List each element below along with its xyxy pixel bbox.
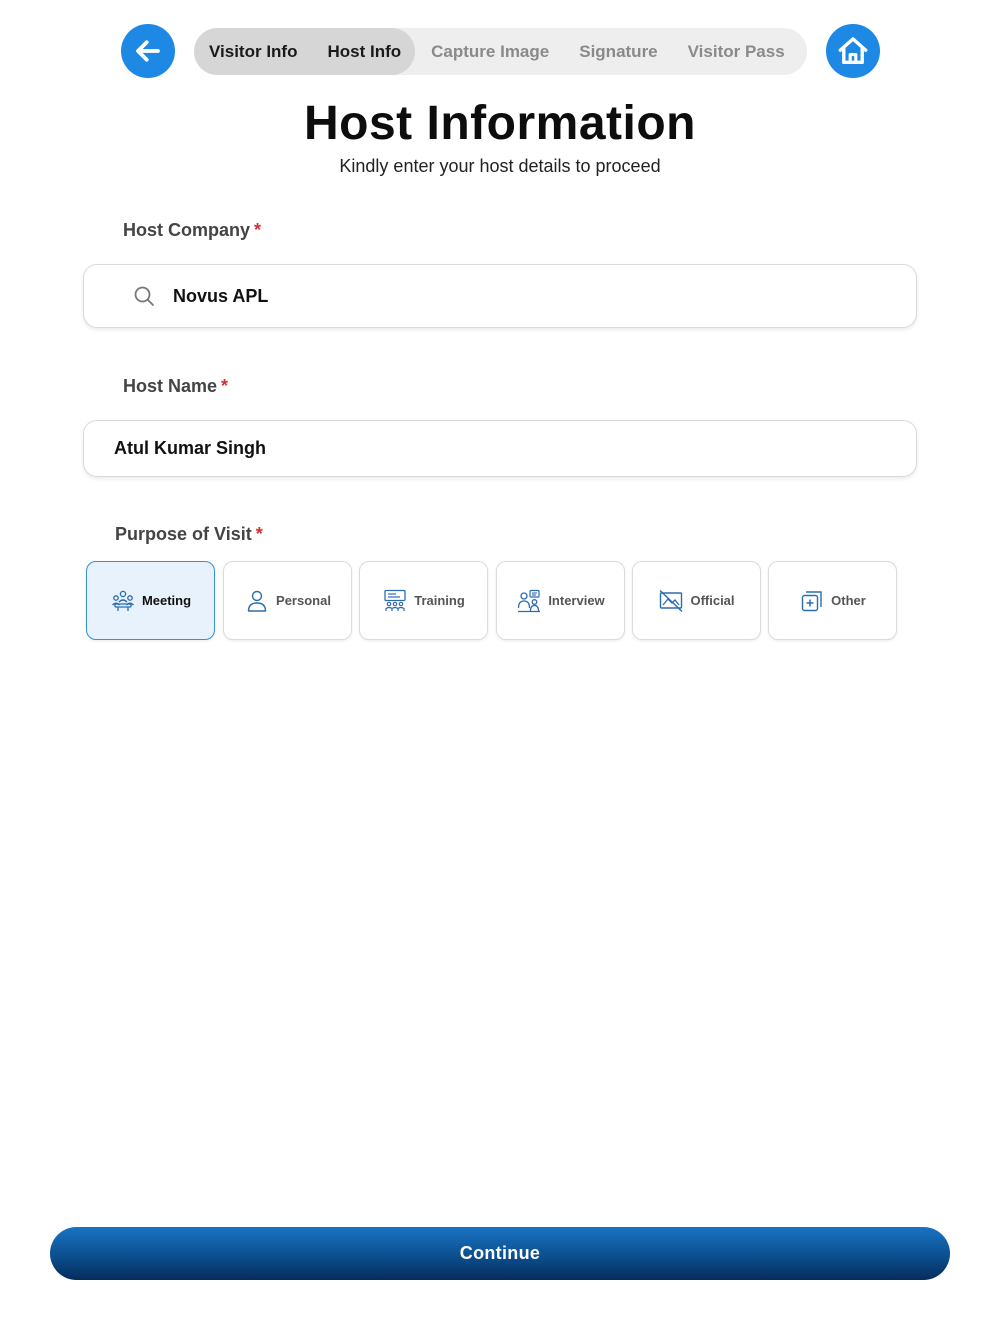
purpose-option-meeting[interactable]: Meeting [86, 561, 215, 640]
interview-icon [518, 589, 541, 612]
purpose-option-label: Training [414, 593, 465, 608]
step-visitor-pass[interactable]: Visitor Pass [688, 42, 785, 62]
host-company-label: Host Company * [123, 220, 261, 241]
purpose-option-official[interactable]: Official [632, 561, 761, 640]
official-icon [659, 589, 683, 612]
step-host-info[interactable]: Host Info [327, 42, 401, 62]
required-mark: * [254, 220, 262, 240]
purpose-option-label: Meeting [141, 593, 192, 608]
top-navigation: Visitor Info Host Info Capture Image Sig… [121, 24, 880, 78]
host-name-value: Atul Kumar Singh [114, 438, 266, 458]
purpose-option-label: Official [690, 593, 735, 608]
host-company-input[interactable]: Novus APL [83, 264, 917, 328]
arrow-left-icon [136, 40, 160, 62]
purpose-label-text: Purpose of Visit [115, 524, 252, 544]
purpose-option-label: Interview [548, 593, 605, 608]
step-signature[interactable]: Signature [579, 42, 657, 62]
page-subtitle: Kindly enter your host details to procee… [339, 156, 661, 176]
back-button[interactable] [121, 24, 175, 78]
purpose-option-interview[interactable]: Interview [496, 561, 625, 640]
page-title: Host Information [304, 97, 696, 150]
purpose-options: Meeting Personal Training Interview Offi… [86, 561, 898, 640]
host-name-label-text: Host Name [123, 376, 218, 396]
required-mark: * [255, 524, 263, 544]
purpose-option-personal[interactable]: Personal [223, 561, 352, 640]
search-icon [134, 286, 154, 306]
purpose-option-other[interactable]: Other [768, 561, 897, 640]
progress-steps: Visitor Info Host Info Capture Image Sig… [194, 28, 807, 75]
step-capture-image[interactable]: Capture Image [431, 42, 549, 62]
person-icon [247, 590, 267, 612]
host-company-value: Novus APL [173, 285, 269, 306]
continue-button[interactable]: Continue [50, 1227, 950, 1280]
required-mark: * [221, 376, 229, 396]
host-name-label: Host Name * [123, 376, 228, 397]
training-icon [384, 589, 406, 611]
purpose-label: Purpose of Visit * [115, 524, 263, 545]
host-company-label-text: Host Company [123, 220, 251, 240]
home-button[interactable] [826, 24, 880, 78]
purpose-option-training[interactable]: Training [359, 561, 488, 640]
other-icon [801, 590, 822, 611]
purpose-option-label: Other [831, 593, 866, 608]
meeting-icon [111, 590, 134, 611]
step-visitor-info[interactable]: Visitor Info [209, 42, 297, 62]
host-name-input[interactable]: Atul Kumar Singh [83, 420, 917, 477]
home-icon [838, 37, 868, 65]
purpose-option-label: Personal [276, 593, 331, 608]
